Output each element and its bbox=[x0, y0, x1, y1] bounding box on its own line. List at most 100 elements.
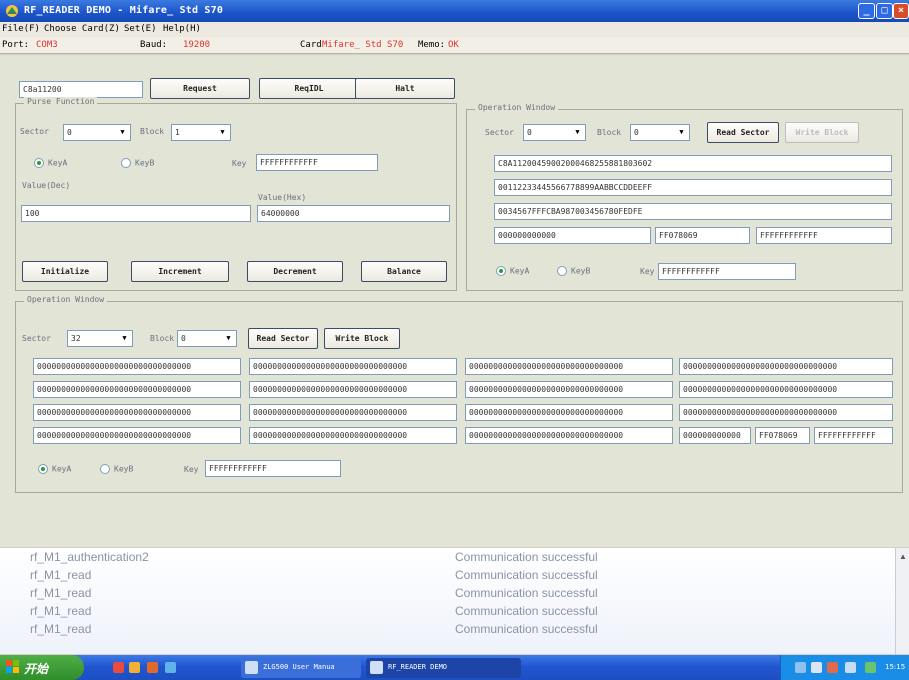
quicklaunch-icon[interactable] bbox=[147, 662, 158, 673]
op-right-block-value: 0 bbox=[634, 128, 639, 137]
card-id-field[interactable]: C8a11200 bbox=[19, 81, 143, 98]
menu-file[interactable]: File(F) bbox=[2, 24, 40, 34]
op-bottom-keyb-radio[interactable]: KeyB bbox=[100, 464, 133, 476]
minimize-button[interactable]: _ bbox=[858, 3, 875, 19]
op-right-keya-radio[interactable]: KeyA bbox=[496, 266, 529, 278]
log-scrollbar[interactable]: ▲ bbox=[895, 548, 909, 654]
op-right-keya-trailer-field[interactable]: 000000000000 bbox=[494, 227, 651, 244]
op-bottom-cell[interactable]: 00000000000000000000000000000000 bbox=[465, 381, 673, 398]
app-icon bbox=[6, 5, 18, 17]
op-bottom-cell[interactable]: 00000000000000000000000000000000 bbox=[249, 381, 457, 398]
chevron-down-icon[interactable]: ▼ bbox=[571, 126, 584, 139]
tray-icon[interactable] bbox=[795, 662, 806, 673]
op-bottom-cell[interactable]: 00000000000000000000000000000000 bbox=[249, 404, 457, 421]
op-right-block-0-field[interactable]: C8A11200459002000468255881803602 bbox=[494, 155, 892, 172]
op-bottom-block-value: 0 bbox=[181, 334, 186, 343]
request-button[interactable]: Request bbox=[150, 78, 250, 99]
log-list[interactable]: rf_M1_authentication2 Communication succ… bbox=[0, 548, 909, 654]
op-bottom-keya-radio[interactable]: KeyA bbox=[38, 464, 71, 476]
balance-button[interactable]: Balance bbox=[361, 261, 447, 282]
op-right-write-block-button[interactable]: Write Block bbox=[785, 122, 859, 143]
op-bottom-key-label: Key bbox=[184, 465, 199, 474]
op-bottom-cell[interactable]: 00000000000000000000000000000000 bbox=[679, 358, 893, 375]
purse-block-select[interactable]: 1 ▼ bbox=[171, 124, 231, 141]
halt-button[interactable]: Halt bbox=[355, 78, 455, 99]
op-bottom-cell[interactable]: 00000000000000000000000000000000 bbox=[465, 404, 673, 421]
clock: 15:15 bbox=[885, 663, 906, 671]
op-bottom-access-bits-field[interactable]: FF078069 bbox=[755, 427, 810, 444]
op-bottom-block-select[interactable]: 0 ▼ bbox=[177, 330, 237, 347]
menu-bar: File(F) Choose Card(Z) Set(E) Help(H) bbox=[0, 22, 909, 37]
tray-icon[interactable] bbox=[845, 662, 856, 673]
purse-key-field[interactable]: FFFFFFFFFFFF bbox=[256, 154, 378, 171]
value-hex-field[interactable]: 64000000 bbox=[257, 205, 450, 222]
op-bottom-cell[interactable]: 00000000000000000000000000000000 bbox=[33, 404, 241, 421]
purse-keya-radio[interactable]: KeyA bbox=[34, 158, 67, 170]
purse-keyb-radio[interactable]: KeyB bbox=[121, 158, 154, 170]
title-bar: RF_READER DEMO - Mifare_ Std S70 _ □ × bbox=[0, 0, 909, 22]
close-button[interactable]: × bbox=[893, 3, 909, 19]
purse-sector-select[interactable]: 0 ▼ bbox=[63, 124, 131, 141]
reqidl-button[interactable]: ReqIDL bbox=[259, 78, 359, 99]
op-bottom-cell[interactable]: 00000000000000000000000000000000 bbox=[249, 427, 457, 444]
menu-choose-card[interactable]: Choose Card(Z) bbox=[44, 24, 120, 34]
quicklaunch-icon[interactable] bbox=[113, 662, 124, 673]
op-bottom-sector-label: Sector bbox=[22, 334, 51, 343]
log-fn: rf_M1_read bbox=[30, 568, 92, 582]
op-bottom-block-label: Block bbox=[150, 334, 175, 343]
op-bottom-cell[interactable]: 00000000000000000000000000000000 bbox=[679, 404, 893, 421]
op-bottom-cell[interactable]: 00000000000000000000000000000000 bbox=[249, 358, 457, 375]
log-msg: Communication successful bbox=[455, 604, 598, 618]
op-right-keyb-trailer-field[interactable]: FFFFFFFFFFFF bbox=[756, 227, 892, 244]
op-right-block-2-field[interactable]: 0034567FFFCBA987003456780FEDFE bbox=[494, 203, 892, 220]
op-right-access-bits-field[interactable]: FF078069 bbox=[655, 227, 750, 244]
op-bottom-key-field[interactable]: FFFFFFFFFFFF bbox=[205, 460, 341, 477]
log-msg: Communication successful bbox=[455, 568, 598, 582]
chevron-down-icon[interactable]: ▼ bbox=[675, 126, 688, 139]
op-bottom-cell[interactable]: 00000000000000000000000000000000 bbox=[465, 358, 673, 375]
op-bottom-cell[interactable]: 00000000000000000000000000000000 bbox=[33, 381, 241, 398]
op-bottom-cell[interactable]: 00000000000000000000000000000000 bbox=[465, 427, 673, 444]
op-right-sector-select[interactable]: 0 ▼ bbox=[523, 124, 586, 141]
tray-icon[interactable] bbox=[865, 662, 876, 673]
op-right-read-sector-button[interactable]: Read Sector bbox=[707, 122, 779, 143]
op-right-block-label: Block bbox=[597, 128, 622, 137]
log-fn: rf_M1_read bbox=[30, 622, 92, 636]
tray-icon[interactable] bbox=[827, 662, 838, 673]
menu-set[interactable]: Set(E) bbox=[124, 24, 157, 34]
op-right-block-1-field[interactable]: 00112233445566778899AABBCCDDEEFF bbox=[494, 179, 892, 196]
start-button[interactable]: 开始 bbox=[0, 655, 84, 680]
op-bottom-cell[interactable]: 00000000000000000000000000000000 bbox=[33, 427, 241, 444]
op-bottom-keyb-trailer-field[interactable]: FFFFFFFFFFFF bbox=[814, 427, 893, 444]
task-zlg-manual[interactable]: ZLG500 User Manua bbox=[241, 658, 361, 678]
menu-help[interactable]: Help(H) bbox=[163, 24, 201, 34]
chevron-down-icon[interactable]: ▼ bbox=[216, 126, 229, 139]
value-dec-field[interactable]: 100 bbox=[21, 205, 251, 222]
tray-icon[interactable] bbox=[811, 662, 822, 673]
op-bottom-cell[interactable]: 00000000000000000000000000000000 bbox=[679, 381, 893, 398]
op-right-key-label: Key bbox=[640, 267, 655, 276]
op-right-keyb-radio[interactable]: KeyB bbox=[557, 266, 590, 278]
op-right-key-field[interactable]: FFFFFFFFFFFF bbox=[658, 263, 796, 280]
quicklaunch-icon[interactable] bbox=[165, 662, 176, 673]
initialize-button[interactable]: Initialize bbox=[22, 261, 108, 282]
log-msg: Communication successful bbox=[455, 586, 598, 600]
purse-block-value: 1 bbox=[175, 128, 180, 137]
maximize-button[interactable]: □ bbox=[876, 3, 893, 19]
app-icon bbox=[370, 661, 383, 674]
op-bottom-read-sector-button[interactable]: Read Sector bbox=[248, 328, 318, 349]
chevron-down-icon[interactable]: ▼ bbox=[222, 332, 235, 345]
op-bottom-write-block-button[interactable]: Write Block bbox=[324, 328, 400, 349]
op-bottom-sector-select[interactable]: 32 ▼ bbox=[67, 330, 133, 347]
increment-button[interactable]: Increment bbox=[131, 261, 229, 282]
quicklaunch-icon[interactable] bbox=[129, 662, 140, 673]
op-bottom-keya-trailer-field[interactable]: 000000000000 bbox=[679, 427, 751, 444]
decrement-button[interactable]: Decrement bbox=[247, 261, 343, 282]
scroll-up-icon[interactable]: ▲ bbox=[899, 552, 907, 561]
baud-label: Baud: bbox=[140, 40, 168, 50]
op-bottom-cell[interactable]: 00000000000000000000000000000000 bbox=[33, 358, 241, 375]
task-rf-reader[interactable]: RF_READER DEMO bbox=[366, 658, 521, 678]
chevron-down-icon[interactable]: ▼ bbox=[118, 332, 131, 345]
op-right-block-select[interactable]: 0 ▼ bbox=[630, 124, 690, 141]
chevron-down-icon[interactable]: ▼ bbox=[116, 126, 129, 139]
